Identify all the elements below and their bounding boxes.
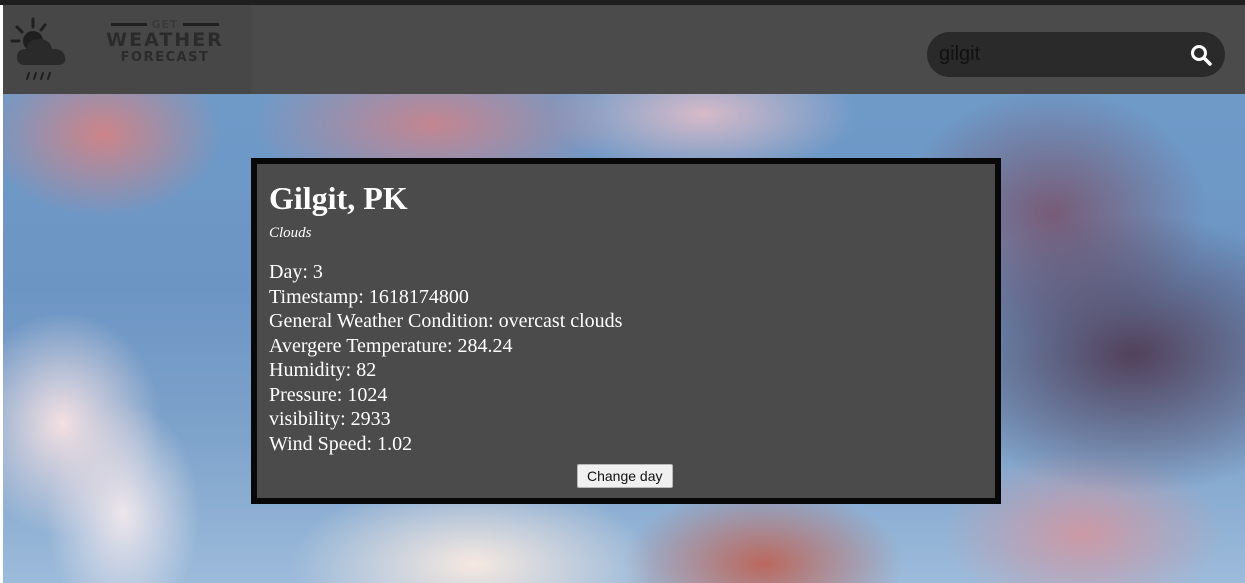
city-name: Gilgit, PK xyxy=(269,180,408,216)
logo-weather: WEATHER xyxy=(106,29,224,51)
change-day-button[interactable]: Change day xyxy=(577,464,673,488)
logo-forecast: FORECAST xyxy=(120,50,210,65)
weather-app: GET WEATHER FORECAST Gilgit, PK Clouds D… xyxy=(0,0,1245,583)
detail-average-temperature: Avergere Temperature: 284.24 xyxy=(269,334,513,357)
detail-day: Day: 3 xyxy=(269,261,323,283)
weather-details: Day: 3 Timestamp: 1618174800 General Wea… xyxy=(269,260,622,456)
weather-cloud-sun-rain-icon xyxy=(10,17,66,80)
header-bar: GET WEATHER FORECAST xyxy=(3,5,1245,94)
detail-humidity: Humidity: 82 xyxy=(269,359,377,381)
search-bar xyxy=(927,32,1225,77)
logo-text: GET WEATHER FORECAST xyxy=(85,19,245,64)
logo[interactable]: GET WEATHER FORECAST xyxy=(3,5,251,94)
search-input[interactable] xyxy=(939,40,1179,68)
detail-visibility: visibility: 2933 xyxy=(269,408,391,430)
detail-pressure: Pressure: 1024 xyxy=(269,383,388,406)
search-icon[interactable] xyxy=(1189,43,1213,67)
detail-wind-speed: Wind Speed: 1.02 xyxy=(269,432,413,455)
weather-card: Gilgit, PK Clouds Day: 3 Timestamp: 1618… xyxy=(251,158,1001,504)
detail-general-condition: General Weather Condition: overcast clou… xyxy=(269,310,623,332)
weather-condition: Clouds xyxy=(269,225,312,241)
detail-timestamp: Timestamp: 1618174800 xyxy=(269,285,469,308)
logo-divider xyxy=(111,23,148,26)
logo-divider xyxy=(182,23,219,26)
